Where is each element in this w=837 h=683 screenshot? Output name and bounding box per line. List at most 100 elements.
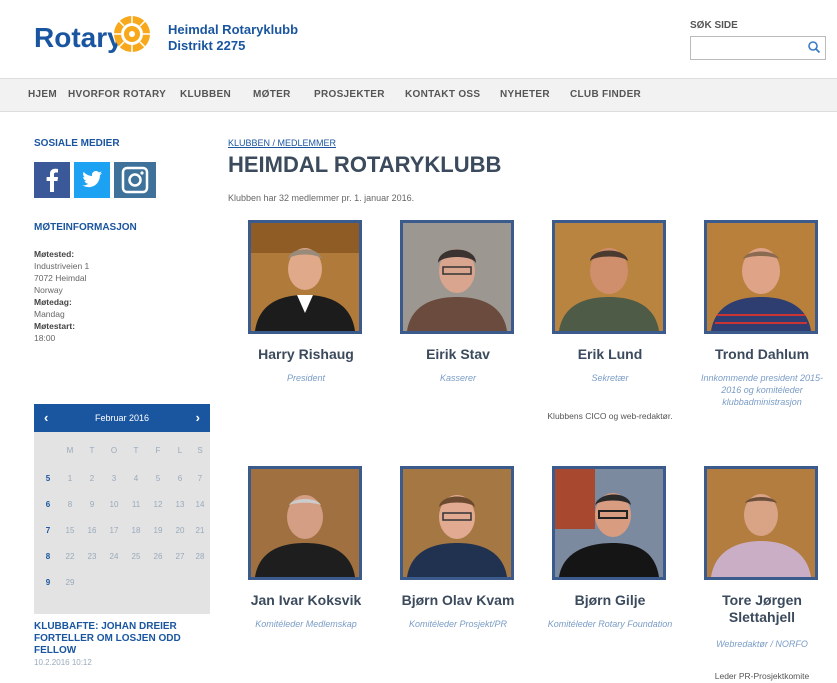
nav-item-kontakt-oss[interactable]: KONTAKT OSS: [405, 89, 480, 100]
calendar-day[interactable]: 14: [190, 500, 210, 509]
member-card[interactable]: Tore Jørgen Slettahjell Webredaktør / NO…: [698, 466, 826, 683]
member-photo[interactable]: [400, 466, 514, 580]
member-card[interactable]: Trond Dahlum Innkommende president 2015-…: [698, 220, 826, 440]
member-role: Kasserer: [439, 373, 476, 383]
calendar-day[interactable]: 28: [190, 552, 210, 561]
calendar-next-icon[interactable]: ›: [196, 410, 200, 425]
calendar-day[interactable]: 19: [148, 526, 168, 535]
member-name: Jan Ivar Koksvik: [250, 592, 362, 608]
calendar-header: ‹ Februar 2016 ›: [34, 404, 210, 432]
member-card[interactable]: Bjørn Gilje Komitéleder Rotary Foundatio…: [546, 466, 674, 666]
member-name: Bjørn Olav Kvam: [401, 592, 515, 608]
calendar-day[interactable]: 3: [104, 474, 124, 483]
member-photo[interactable]: [704, 220, 818, 334]
calendar-day[interactable]: 27: [170, 552, 190, 561]
instagram-icon[interactable]: [114, 162, 156, 198]
search-label: SØK SIDE: [690, 20, 738, 31]
calendar-day[interactable]: 10: [104, 500, 124, 509]
calendar-day[interactable]: 13: [170, 500, 190, 509]
nav-item-hvorfor-rotary[interactable]: HVORFOR ROTARY: [68, 89, 166, 100]
meeting-info: Møtested: Industriveien 1 7072 Heimdal N…: [34, 248, 89, 344]
member-card[interactable]: Erik Lund Sekretær Klubbens CICO og web-…: [546, 220, 674, 460]
member-photo[interactable]: [400, 220, 514, 334]
news-title[interactable]: KLUBBAFTE: JOHAN DREIER FORTELLER OM LOS…: [34, 621, 204, 657]
member-photo[interactable]: [248, 466, 362, 580]
calendar-day[interactable]: 29: [60, 578, 80, 587]
main-nav: HJEM HVORFOR ROTARY KLUBBEN MØTER PROSJE…: [0, 78, 837, 112]
calendar-day[interactable]: 22: [60, 552, 80, 561]
site-header: Rotary Heimdal Rotaryklubb Distrikt 2275…: [0, 0, 837, 78]
facebook-icon[interactable]: [34, 162, 70, 198]
calendar-day[interactable]: 11: [126, 500, 146, 509]
page-title: HEIMDAL ROTARYKLUBB: [228, 152, 502, 177]
calendar-day-header: F: [155, 446, 161, 455]
calendar-day-header: S: [197, 446, 203, 455]
member-photo[interactable]: [552, 466, 666, 580]
meeting-day-label: Møtedag:: [34, 297, 72, 307]
calendar-day-header: O: [110, 446, 118, 455]
member-name: Tore Jørgen Slettahjell: [722, 592, 802, 625]
calendar-day[interactable]: 20: [170, 526, 190, 535]
meeting-place-line: Industriveien 1: [34, 261, 90, 271]
rotary-wheel-icon[interactable]: [112, 14, 152, 54]
member-photo[interactable]: [248, 220, 362, 334]
member-name: Trond Dahlum: [714, 346, 810, 362]
calendar-day[interactable]: 25: [126, 552, 146, 561]
member-photo[interactable]: [704, 466, 818, 580]
meeting-place-line: Norway: [34, 285, 63, 295]
calendar-day[interactable]: 7: [190, 474, 210, 483]
calendar-day[interactable]: 2: [82, 474, 102, 483]
calendar-day[interactable]: 9: [82, 500, 102, 509]
calendar-day-header: L: [177, 446, 183, 455]
calendar-day-header: T: [89, 446, 95, 455]
twitter-icon[interactable]: [74, 162, 110, 198]
calendar-day[interactable]: 16: [82, 526, 102, 535]
calendar-day[interactable]: 4: [126, 474, 146, 483]
news-date: 10.2.2016 10:12: [34, 658, 92, 667]
search-input[interactable]: [690, 36, 826, 60]
calendar-day[interactable]: 15: [60, 526, 80, 535]
member-role: Sekretær: [591, 373, 629, 383]
member-role: Webredaktør / NORFO: [716, 639, 808, 649]
member-role: President: [286, 373, 326, 383]
nav-item-moter[interactable]: MØTER: [253, 89, 291, 100]
rotary-logo-text[interactable]: Rotary: [34, 22, 123, 54]
member-card[interactable]: Eirik Stav Kasserer: [394, 220, 522, 420]
calendar-week-number: 6: [45, 500, 51, 509]
calendar-day[interactable]: 24: [104, 552, 124, 561]
nav-item-club-finder[interactable]: CLUB FINDER: [570, 89, 641, 100]
meeting-place-line: 7072 Heimdal: [34, 273, 87, 283]
meeting-info-heading: MØTEINFORMASJON: [34, 222, 137, 233]
club-name: Heimdal Rotaryklubb: [168, 22, 299, 37]
calendar-day[interactable]: 1: [60, 474, 80, 483]
calendar-day[interactable]: 5: [148, 474, 168, 483]
calendar-day[interactable]: 12: [148, 500, 168, 509]
calendar-day[interactable]: 8: [60, 500, 80, 509]
meeting-day: Mandag: [34, 309, 65, 319]
calendar-day[interactable]: 21: [190, 526, 210, 535]
calendar-day[interactable]: 26: [148, 552, 168, 561]
member-role: Innkommende president 2015-2016 og komit…: [700, 373, 824, 407]
nav-item-hjem[interactable]: HJEM: [28, 89, 57, 100]
member-name: Harry Rishaug: [258, 346, 354, 362]
calendar-day[interactable]: 23: [82, 552, 102, 561]
nav-item-nyheter[interactable]: NYHETER: [500, 89, 550, 100]
member-card[interactable]: Bjørn Olav Kvam Komitéleder Prosjekt/PR: [394, 466, 522, 666]
calendar-day[interactable]: 6: [170, 474, 190, 483]
member-card[interactable]: Jan Ivar Koksvik Komitéleder Medlemskap: [242, 466, 370, 666]
meeting-start: 18:00: [34, 333, 56, 343]
member-card[interactable]: Harry Rishaug President: [242, 220, 370, 420]
nav-item-klubben[interactable]: KLUBBEN: [180, 89, 231, 100]
calendar-title: Februar 2016: [94, 413, 150, 423]
member-role: Komitéleder Medlemskap: [255, 619, 357, 629]
nav-item-prosjekter[interactable]: PROSJEKTER: [314, 89, 385, 100]
meeting-start-label: Møtestart:: [34, 321, 76, 331]
calendar-day-header: M: [66, 446, 74, 455]
member-photo[interactable]: [552, 220, 666, 334]
member-role: Komitéleder Prosjekt/PR: [408, 619, 508, 629]
breadcrumb[interactable]: KLUBBEN / MEDLEMMER: [228, 138, 336, 148]
calendar-day[interactable]: 18: [126, 526, 146, 535]
search-icon[interactable]: [807, 40, 821, 54]
calendar-week-number: 8: [45, 552, 51, 561]
calendar-day[interactable]: 17: [104, 526, 124, 535]
